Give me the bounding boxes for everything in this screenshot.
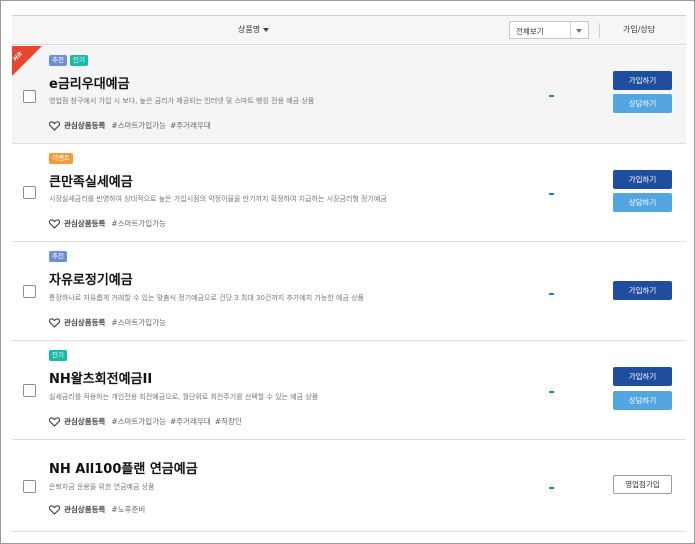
rate-value [549, 487, 554, 489]
hashtag[interactable]: #스마트가입가능 [111, 218, 166, 229]
rate-value [549, 293, 554, 295]
consult-button[interactable]: 상담하기 [613, 193, 672, 212]
select-checkbox[interactable] [23, 90, 36, 103]
select-checkbox[interactable] [23, 480, 36, 493]
select-checkbox[interactable] [23, 285, 36, 298]
branch-join-button[interactable]: 영업점가입 [613, 475, 672, 494]
product-tags: 관심상품등록 #노후준비 [49, 504, 145, 515]
product-tags: 관심상품등록 #스마트가입가능 #주거래우대 [49, 120, 211, 131]
badge-group: 추천 [49, 251, 67, 262]
consult-button[interactable]: 상담하기 [613, 391, 672, 410]
product-tags: 관심상품등록 #스마트가입가능 [49, 317, 166, 328]
product-description: 실세금리를 적용하는 개인전용 회전예금으로, 월단위로 회전주기를 선택할 수… [49, 393, 319, 401]
select-checkbox[interactable] [23, 384, 36, 397]
filter-select-value: 전체보기 [516, 27, 544, 36]
badge-recommend: 추천 [49, 251, 67, 262]
hashtag[interactable]: #스마트가입가능 [111, 120, 166, 131]
rate-value [549, 95, 554, 97]
product-title[interactable]: 자유로정기예금 [49, 269, 133, 288]
product-row-e-rate: 추천 인기 e금리우대예금 영업점 창구에서 가입 시 보다, 높은 금리가 제… [12, 46, 686, 144]
product-tags: 관심상품등록 #스마트가입가능 #주거래우대 #직장인 [49, 416, 242, 427]
rate-value [549, 193, 554, 195]
hashtag[interactable]: #스마트가입가능 [111, 416, 166, 427]
rate-value [549, 391, 554, 393]
badge-popular: 인기 [49, 350, 67, 361]
product-description: 영업점 창구에서 가입 시 보다, 높은 금리가 제공되는 인터넷 및 스마트 … [49, 97, 315, 105]
hashtag[interactable]: #주거래우대 [170, 120, 211, 131]
hashtag[interactable]: #주거래우대 [170, 416, 211, 427]
list-header: 상품명 전체보기 가입/상담 [12, 15, 686, 45]
favorite-link[interactable]: 관심상품등록 [64, 317, 105, 328]
favorite-link[interactable]: 관심상품등록 [64, 504, 105, 515]
heart-icon[interactable] [49, 504, 60, 515]
product-description: 시장실세금리를 반영하여 상대적으로 높은 가입시점의 약정이율을 만기까지 확… [49, 195, 387, 203]
select-checkbox[interactable] [23, 186, 36, 199]
hashtag[interactable]: #스마트가입가능 [111, 317, 166, 328]
heart-icon[interactable] [49, 416, 60, 427]
product-title[interactable]: 큰만족실세예금 [49, 171, 133, 190]
heart-icon[interactable] [49, 317, 60, 328]
join-button[interactable]: 가입하기 [613, 170, 672, 189]
badge-group: 인기 [49, 350, 67, 361]
consult-button[interactable]: 상담하기 [613, 94, 672, 113]
sort-product-name[interactable]: 상품명 [238, 24, 270, 35]
header-divider [599, 23, 600, 38]
favorite-link[interactable]: 관심상품등록 [64, 416, 105, 427]
join-button[interactable]: 가입하기 [613, 71, 672, 90]
select-divider [570, 22, 571, 38]
filter-select[interactable]: 전체보기 [509, 21, 589, 39]
sort-caret-icon [263, 27, 270, 32]
join-button[interactable]: 가입하기 [613, 367, 672, 386]
product-tags: 관심상품등록 #스마트가입가능 [49, 218, 166, 229]
join-button[interactable]: 가입하기 [613, 281, 672, 300]
hit-ribbon: Hit [12, 46, 42, 76]
product-row-free-deposit: 추천 자유로정기예금 통장하나로 자유롭게 거래할 수 있는 맞춤식 정기예금으… [12, 242, 686, 341]
chevron-down-icon [576, 29, 582, 33]
join-consult-header: 가입/상담 [623, 25, 656, 34]
heart-icon[interactable] [49, 120, 60, 131]
product-title[interactable]: NH왈츠회전예금II [49, 368, 152, 387]
product-row-waltz: 인기 NH왈츠회전예금II 실세금리를 적용하는 개인전용 회전예금으로, 월단… [12, 341, 686, 440]
heart-icon[interactable] [49, 218, 60, 229]
product-description: 통장하나로 자유롭게 거래할 수 있는 맞춤식 정기예금으로 건당 3 최대 3… [49, 294, 364, 302]
product-row-big-satisfaction: 이벤트 큰만족실세예금 시장실세금리를 반영하여 상대적으로 높은 가입시점의 … [12, 144, 686, 242]
favorite-link[interactable]: 관심상품등록 [64, 218, 105, 229]
badge-group: 이벤트 [49, 153, 73, 164]
product-row-all100: NH All100플랜 연금예금 은퇴자금 운용을 위한 연금예금 상품 관심상… [12, 440, 686, 532]
hashtag[interactable]: #직장인 [215, 416, 242, 427]
badge-popular: 인기 [69, 55, 88, 66]
product-name-header: 상품명 [238, 25, 261, 34]
favorite-link[interactable]: 관심상품등록 [64, 120, 105, 131]
product-description: 은퇴자금 운용을 위한 연금예금 상품 [49, 483, 155, 491]
product-title[interactable]: NH All100플랜 연금예금 [49, 458, 198, 477]
hashtag[interactable]: #노후준비 [111, 504, 145, 515]
product-title[interactable]: e금리우대예금 [49, 73, 130, 92]
badge-recommend: 추천 [49, 55, 67, 66]
badge-event: 이벤트 [49, 153, 73, 164]
product-list-frame: 상품명 전체보기 가입/상담 추천 인기 e금리우대예금 영업점 창구에서 가입… [0, 0, 695, 544]
badge-group: 추천 인기 [49, 55, 88, 66]
